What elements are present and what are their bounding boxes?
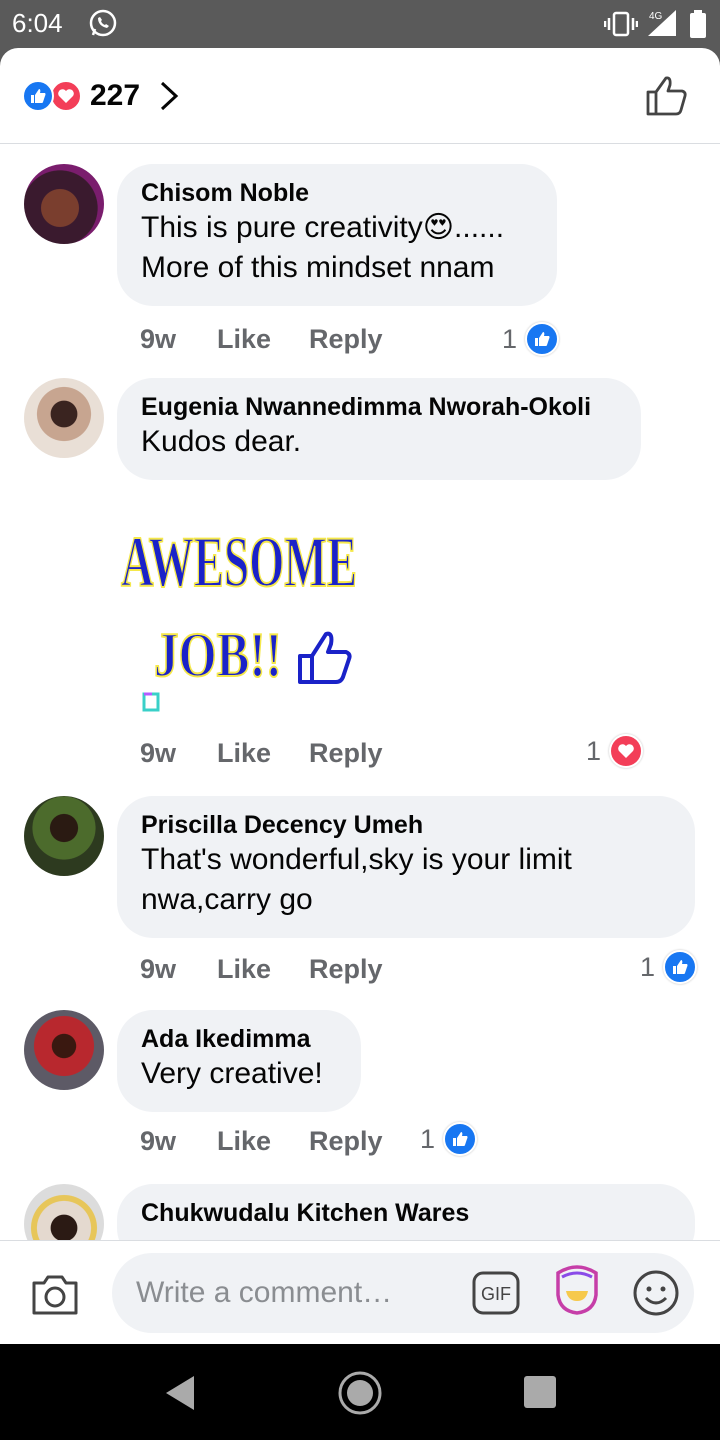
gif-icon[interactable]: GIF xyxy=(472,1271,520,1315)
signal-icon: 4G xyxy=(648,10,676,36)
comment-actions: 9w Like Reply xyxy=(140,736,383,770)
comment-reaction-badge[interactable]: 1 xyxy=(640,950,698,984)
comment-reaction-count: 1 xyxy=(640,951,656,982)
comment-actions: 9w Like Reply xyxy=(140,1124,383,1158)
sheet-header: 227 xyxy=(0,48,720,144)
comments-sheet: 227 Chisom Noble This is pure creativity… xyxy=(0,48,720,1344)
avatar[interactable] xyxy=(24,164,104,244)
reply-button[interactable]: Reply xyxy=(309,1126,383,1157)
reply-button[interactable]: Reply xyxy=(309,954,383,985)
avatar-sticker-icon[interactable] xyxy=(552,1263,602,1317)
comment-text: More of this mindset nnam xyxy=(141,251,495,284)
system-nav-bar xyxy=(0,1344,720,1440)
comment-author[interactable]: Eugenia Nwannedimma Nworah-Okoli xyxy=(141,392,617,422)
reply-button[interactable]: Reply xyxy=(309,738,383,769)
chevron-right-icon xyxy=(161,81,179,111)
camera-icon[interactable] xyxy=(30,1271,80,1317)
whatsapp-icon xyxy=(89,9,117,37)
gif-label: GIF xyxy=(481,1284,511,1304)
comment-composer: GIF xyxy=(0,1240,720,1344)
comment-actions: 9w Like Reply xyxy=(140,952,383,986)
thumbs-up-icon[interactable] xyxy=(644,74,692,118)
comment-reaction-count: 1 xyxy=(586,735,602,766)
comment-time: 9w xyxy=(140,737,177,768)
home-icon[interactable] xyxy=(337,1370,383,1416)
like-reaction-icon xyxy=(22,80,54,112)
reaction-count: 227 xyxy=(90,79,141,112)
comment-reaction-badge[interactable]: 1 xyxy=(586,734,644,768)
vibrate-icon xyxy=(604,11,638,37)
comment-reaction-badge[interactable]: 1 xyxy=(502,322,560,356)
status-time: 6:04 xyxy=(12,8,63,38)
comment-text: Very creative! xyxy=(141,1057,323,1090)
back-icon[interactable] xyxy=(162,1374,196,1412)
avatar[interactable] xyxy=(24,1010,104,1090)
comment-reaction-count: 1 xyxy=(420,1123,436,1154)
emoji-icon[interactable] xyxy=(632,1269,680,1317)
comment-text: nwa,carry go xyxy=(141,883,313,916)
love-reaction-icon xyxy=(50,80,82,112)
like-button[interactable]: Like xyxy=(217,1126,309,1157)
status-bar: 6:04 4G xyxy=(0,0,720,48)
reaction-summary[interactable]: 227 xyxy=(22,78,180,114)
like-button[interactable]: Like xyxy=(217,324,309,355)
like-button[interactable]: Like xyxy=(217,738,309,769)
gif-badge-icon xyxy=(142,692,160,712)
awesome-job-sticker[interactable]: AWESOME JOB!! xyxy=(114,516,364,716)
comment-author[interactable]: Chisom Noble xyxy=(141,178,533,208)
comment-bubble[interactable]: Chisom Noble This is pure creativity😍...… xyxy=(117,164,557,306)
comment-text: Kudos dear. xyxy=(141,425,302,458)
comment-author[interactable]: Chukwudalu Kitchen Wares xyxy=(141,1198,671,1228)
comment-actions: 9w Like Reply xyxy=(140,322,383,356)
comment-bubble[interactable]: Eugenia Nwannedimma Nworah-Okoli Kudos d… xyxy=(117,378,641,480)
like-reaction-icon xyxy=(663,950,698,984)
avatar[interactable] xyxy=(24,378,104,458)
comment-text: This is pure creativity😍...... xyxy=(141,211,505,244)
sticker-text-line2: JOB!! xyxy=(154,619,282,690)
comment-time: 9w xyxy=(140,323,177,354)
network-type: 4G xyxy=(649,11,663,22)
comment-author[interactable]: Ada Ikedimma xyxy=(141,1024,337,1054)
comment-input[interactable] xyxy=(112,1253,694,1333)
comment-bubble[interactable]: Ada Ikedimma Very creative! xyxy=(117,1010,361,1112)
comment-text: That's wonderful,sky is your limit xyxy=(141,843,572,876)
love-reaction-icon xyxy=(609,734,644,768)
comment-reaction-badge[interactable]: 1 xyxy=(420,1122,478,1156)
comment-time: 9w xyxy=(140,1125,177,1156)
like-reaction-icon xyxy=(443,1122,478,1156)
comment-time: 9w xyxy=(140,953,177,984)
comment-bubble[interactable]: Priscilla Decency Umeh That's wonderful,… xyxy=(117,796,695,938)
thumbs-up-icon xyxy=(298,631,352,684)
battery-icon xyxy=(690,10,706,38)
avatar[interactable] xyxy=(24,796,104,876)
comment-author[interactable]: Priscilla Decency Umeh xyxy=(141,810,671,840)
recents-icon[interactable] xyxy=(524,1376,556,1408)
sticker-text-line1: AWESOME xyxy=(121,522,357,602)
like-reaction-icon xyxy=(525,322,560,356)
comment-reaction-count: 1 xyxy=(502,323,518,354)
like-button[interactable]: Like xyxy=(217,954,309,985)
reply-button[interactable]: Reply xyxy=(309,324,383,355)
